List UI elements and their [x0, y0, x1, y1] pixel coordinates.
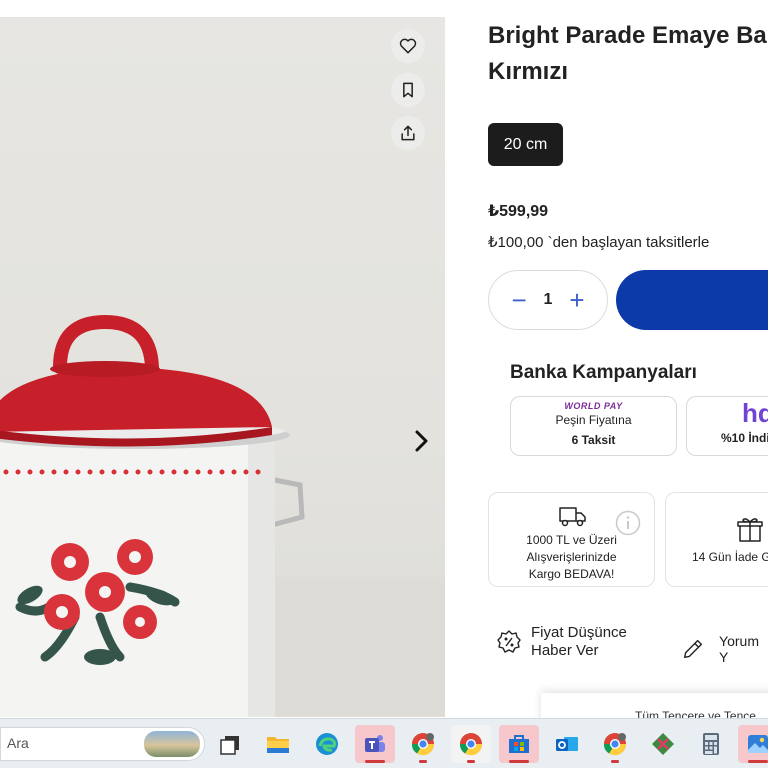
calculator-icon	[703, 733, 719, 755]
bank-campaigns-title: Banka Kampanyaları	[510, 362, 697, 383]
product-title: Bright Parade Emaye Ba Kırmızı	[488, 18, 768, 90]
quantity-increase-button[interactable]: +	[569, 287, 584, 313]
taskbar-photos[interactable]	[738, 725, 768, 763]
snipping-tool-icon	[652, 733, 674, 755]
write-review-label: Yorum Y	[719, 633, 759, 665]
quantity-decrease-button[interactable]: −	[511, 287, 526, 313]
pencil-icon	[684, 639, 703, 659]
taskbar-microsoft-store[interactable]	[499, 725, 539, 763]
quantity-stepper: − 1 +	[488, 270, 608, 330]
shipping-line-2: Alışverişlerinizde	[526, 550, 617, 564]
taskbar-task-view[interactable]	[210, 725, 250, 763]
size-option-selected[interactable]: 20 cm	[488, 123, 563, 166]
chrome-icon	[603, 733, 627, 756]
taskbar-edge[interactable]	[307, 725, 347, 763]
bank-campaign-card-worldpay[interactable]: WORLD PAY Peşin Fiyatına 6 Taksit	[510, 396, 677, 456]
taskbar-teams[interactable]	[355, 725, 395, 763]
heart-icon	[399, 38, 417, 54]
store-icon	[509, 735, 529, 753]
box-icon	[737, 518, 763, 542]
favorite-button[interactable]	[391, 29, 425, 63]
chrome-icon	[459, 733, 483, 756]
taskbar	[0, 718, 768, 768]
bookmark-icon	[403, 82, 413, 98]
return-policy-text: 14 Gün İade Ga	[692, 550, 768, 564]
teams-icon	[365, 735, 385, 752]
share-button[interactable]	[391, 116, 425, 150]
hq-logo: hq	[742, 398, 768, 428]
outlook-icon	[556, 737, 578, 751]
product-title-line-2: Kırmızı	[488, 58, 569, 85]
price-alert-line-2: Haber Ver	[531, 642, 599, 659]
write-review-button[interactable]: Yorum Y	[681, 633, 768, 665]
task-view-icon	[220, 736, 239, 755]
free-shipping-card: 1000 TL ve Üzeri Alışverişlerinizde Karg…	[488, 492, 655, 587]
product-image[interactable]	[0, 17, 445, 717]
bank-campaign-line: Peşin Fiyatına	[555, 413, 632, 427]
taskbar-calculator[interactable]	[691, 725, 731, 763]
bank-campaign-highlight: 6 Taksit	[571, 433, 616, 447]
taskbar-chrome-profile[interactable]	[403, 725, 443, 763]
return-policy-card: 14 Gün İade Ga	[665, 492, 768, 587]
taskbar-chrome[interactable]	[451, 725, 491, 763]
truck-icon	[559, 507, 586, 527]
share-icon	[401, 125, 415, 141]
taskbar-chrome-profile-2[interactable]	[595, 725, 635, 763]
taskbar-outlook[interactable]	[547, 725, 587, 763]
add-to-cart-button[interactable]	[616, 270, 768, 330]
edge-icon	[316, 733, 338, 755]
search-highlight-image	[144, 731, 200, 757]
price-drop-alert-button[interactable]: Fiyat Düşünce Haber Ver	[496, 624, 627, 660]
product-title-line-1: Bright Parade Emaye Ba	[488, 22, 767, 49]
taskbar-search-input[interactable]	[7, 735, 127, 751]
worldpay-logo: WORLD PAY	[564, 401, 623, 411]
enamel-pot-illustration	[0, 314, 445, 717]
chevron-right-icon	[415, 430, 428, 452]
bank-campaign-card-hq[interactable]: hq %10 İndir	[686, 396, 768, 456]
taskbar-search[interactable]	[0, 727, 205, 761]
taskbar-snipping-tool[interactable]	[643, 725, 683, 763]
chrome-icon	[411, 733, 435, 756]
taskbar-file-explorer[interactable]	[258, 725, 298, 763]
shipping-line-3: Kargo BEDAVA!	[528, 567, 615, 581]
installment-info: ₺100,00 `den başlayan taksitlerle	[488, 234, 710, 251]
price-tag-icon	[497, 630, 521, 653]
save-button[interactable]	[391, 73, 425, 107]
price-alert-line-1: Fiyat Düşünce	[531, 624, 627, 641]
quantity-value: 1	[543, 291, 553, 308]
photos-icon	[748, 735, 768, 753]
next-image-button[interactable]	[408, 424, 434, 458]
page: Bright Parade Emaye Ba Kırmızı 20 cm ₺59…	[0, 0, 768, 768]
shipping-line-1: 1000 TL ve Üzeri	[526, 533, 617, 547]
bank-campaign-highlight: %10 İndir	[721, 431, 768, 445]
product-price: ₺599,99	[488, 203, 549, 220]
folder-icon	[267, 737, 289, 753]
